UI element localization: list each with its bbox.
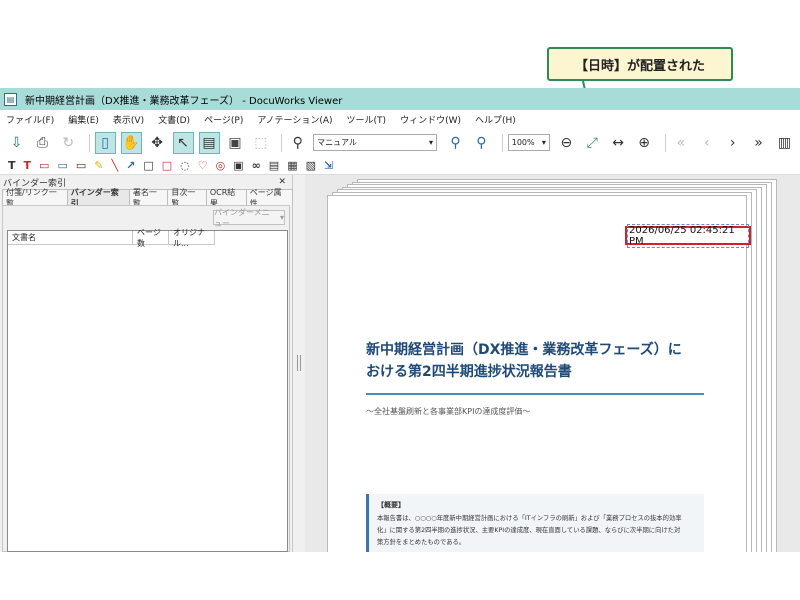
zoom-in-icon[interactable]: ⊕ <box>634 132 655 154</box>
first-page-icon[interactable]: « <box>670 132 691 154</box>
title-rule <box>366 393 704 395</box>
close-icon[interactable]: ✕ <box>278 177 286 187</box>
zoom-input[interactable]: 100% <box>512 138 535 147</box>
stamp-tool-icon[interactable]: ◎ <box>216 159 226 172</box>
ellipse-tool-icon[interactable]: ◌ <box>180 159 190 172</box>
tab-signatures[interactable]: 署名一覧 <box>128 188 169 208</box>
menu-page[interactable]: ページ(P) <box>204 113 243 126</box>
table-icon[interactable]: ▦ <box>287 159 297 172</box>
link-icon[interactable]: ∞ <box>252 159 261 172</box>
panel-body: バインダーメニュー ▾ 文書名 ページ数 オリジナル... <box>2 205 290 552</box>
document-title-line2: おける第2四半期進捗状況報告書 <box>366 364 572 380</box>
document-title: 新中期経営計画（DX推進・業務改革フェーズ）に おける第2四半期進捗状況報告書 <box>366 339 706 383</box>
page-copy-icon[interactable]: ▣ <box>225 132 246 154</box>
marker-icon[interactable]: ▭ <box>39 159 49 172</box>
main-toolbar: ⇩ ⎙ ↻ ▯ ✋ ✥ ↖ ▤ ▣ ⬚ ⚲ マニュアル ▾ ⚲ ⚲ 100% ▾… <box>0 129 800 156</box>
panel-tabs: 付箋/リンク一覧 バインダー索引 署名一覧 目次一覧 OCR結果 ページ属性 <box>2 188 293 208</box>
menu-bar: ファイル(F) 編集(E) 表示(V) 文書(D) ページ(P) アノテーション… <box>0 110 800 129</box>
document-view[interactable]: 2026/06/25 02:45:21 PM 新中期経営計画（DX推進・業務改革… <box>305 175 800 552</box>
cloud-tool-icon[interactable]: ♡ <box>198 159 208 172</box>
menu-view[interactable]: 表示(V) <box>113 113 144 126</box>
splitter-grip[interactable] <box>297 355 301 371</box>
red-text-tool-icon[interactable]: T <box>24 159 32 172</box>
image-icon[interactable]: ▧ <box>306 159 316 172</box>
fit-page-icon[interactable]: ⤢ <box>582 132 603 154</box>
chevron-down-icon: ▾ <box>279 213 284 222</box>
rect-tool-icon[interactable]: □ <box>162 159 172 172</box>
menu-edit[interactable]: 編集(E) <box>68 113 99 126</box>
find-prev-icon[interactable]: ⚲ <box>445 132 466 154</box>
attach-icon[interactable]: ⇲ <box>324 159 333 172</box>
column-document-name[interactable]: 文書名 <box>8 231 133 245</box>
stamp-icon[interactable]: ⬚ <box>250 132 271 154</box>
find-next-icon[interactable]: ⚲ <box>471 132 492 154</box>
column-original[interactable]: オリジナル... <box>169 228 215 248</box>
summary-line: 本報告書は、○○○○年度新中期経営計画における「ITインフラの刷新」および「業務… <box>377 515 682 522</box>
last-page-icon[interactable]: » <box>748 132 769 154</box>
zoom-combo[interactable]: 100% ▾ <box>507 134 550 151</box>
line-tool-icon[interactable]: ╲ <box>111 159 118 172</box>
menu-window[interactable]: ウィンドウ(W) <box>400 113 461 126</box>
table-header: 文書名 ページ数 オリジナル... <box>8 228 287 248</box>
document-subtitle: ～全社基盤刷新と各事業部KPIの達成度評価～ <box>366 407 531 416</box>
sticky-note-icon[interactable]: ▭ <box>57 159 67 172</box>
summary-heading: 【概要】 <box>377 501 405 509</box>
document-title-line1: 新中期経営計画（DX推進・業務改革フェーズ）に <box>366 342 682 358</box>
binder-menu-label: バインダーメニュー <box>214 207 270 228</box>
eraser-icon[interactable]: ▭ <box>76 159 86 172</box>
tab-page-attributes[interactable]: ページ属性 <box>245 188 293 208</box>
arrow-tool-icon[interactable]: ↗ <box>126 159 135 172</box>
date-stamp-annotation[interactable]: 2026/06/25 02:45:21 PM <box>625 223 751 248</box>
app-window: ▤ 新中期経営計画（DX推進・業務改革フェーズ） - DocuWorks Vie… <box>0 88 800 552</box>
left-panel: バインダー索引 ✕ 付箋/リンク一覧 バインダー索引 署名一覧 目次一覧 OCR… <box>0 175 293 552</box>
date-stamp-icon[interactable]: ▣ <box>233 159 243 172</box>
zoom-out-icon[interactable]: ⊖ <box>556 132 577 154</box>
page-mode-icon[interactable]: ▯ <box>94 131 116 154</box>
callout-note: 【日時】が配置された <box>547 47 733 81</box>
pan-icon[interactable]: ✥ <box>147 132 168 154</box>
select-tool-icon[interactable]: ↖ <box>172 131 194 154</box>
refresh-icon[interactable]: ↻ <box>58 132 79 154</box>
menu-tools[interactable]: ツール(T) <box>347 113 387 126</box>
list-icon[interactable]: ▤ <box>269 159 279 172</box>
menu-help[interactable]: ヘルプ(H) <box>475 113 516 126</box>
tab-binder-index[interactable]: バインダー索引 <box>66 188 130 208</box>
callout-text: 【日時】が配置された <box>574 58 705 74</box>
menu-file[interactable]: ファイル(F) <box>6 113 54 126</box>
document-table[interactable]: 文書名 ページ数 オリジナル... <box>7 228 288 552</box>
tab-toc[interactable]: 目次一覧 <box>167 188 207 208</box>
tab-sticky-links[interactable]: 付箋/リンク一覧 <box>2 188 68 208</box>
prev-page-icon[interactable]: ‹ <box>696 132 717 154</box>
document-page[interactable]: 2026/06/25 02:45:21 PM 新中期経営計画（DX推進・業務改革… <box>327 195 751 552</box>
date-stamp-text: 2026/06/25 02:45:21 PM <box>627 223 749 248</box>
chevron-down-icon: ▾ <box>429 138 434 147</box>
menu-annotation[interactable]: アノテーション(A) <box>257 113 332 126</box>
next-page-icon[interactable]: › <box>722 132 743 154</box>
text-tool-icon[interactable]: T <box>8 159 16 172</box>
summary-line: 策方針をまとめたものである。 <box>377 539 466 546</box>
highlighter-icon[interactable]: ✎ <box>94 159 103 172</box>
search-input[interactable]: マニュアル <box>317 137 357 148</box>
freehand-icon[interactable]: □ <box>143 159 153 172</box>
hand-tool-icon[interactable]: ✋ <box>120 131 142 154</box>
title-bar: ▤ 新中期経営計画（DX推進・業務改革フェーズ） - DocuWorks Vie… <box>0 88 800 110</box>
panel-splitter[interactable] <box>294 175 305 552</box>
chevron-down-icon: ▾ <box>541 138 546 147</box>
annotation-toolbar: T T ▭ ▭ ▭ ✎ ╲ ↗ □ □ ◌ ♡ ◎ ▣ ∞ ▤ ▦ ▧ ⇲ <box>0 156 800 175</box>
column-page-count[interactable]: ページ数 <box>133 228 169 248</box>
annotation-tool-icon[interactable]: ▤ <box>198 131 220 154</box>
save-icon[interactable]: ⇩ <box>6 132 27 154</box>
search-combo[interactable]: マニュアル ▾ <box>313 134 438 151</box>
binder-menu-button[interactable]: バインダーメニュー ▾ <box>213 208 285 228</box>
menu-document[interactable]: 文書(D) <box>158 113 190 126</box>
summary-line: 化」に関する第2四半期の進捗状況、主要KPIの達成度、現在直面している課題、なら… <box>377 527 681 534</box>
search-icon[interactable]: ⚲ <box>287 132 308 154</box>
fit-width-icon[interactable]: ↔ <box>608 132 629 154</box>
window-title: 新中期経営計画（DX推進・業務改革フェーズ） - DocuWorks Viewe… <box>25 95 343 107</box>
app-icon: ▤ <box>4 92 17 106</box>
tab-ocr[interactable]: OCR結果 <box>205 188 247 208</box>
print-icon[interactable]: ⎙ <box>32 132 53 154</box>
summary-box: 【概要】 本報告書は、○○○○年度新中期経営計画における「ITインフラの刷新」お… <box>366 494 704 552</box>
two-page-icon[interactable]: ▥ <box>774 132 795 154</box>
